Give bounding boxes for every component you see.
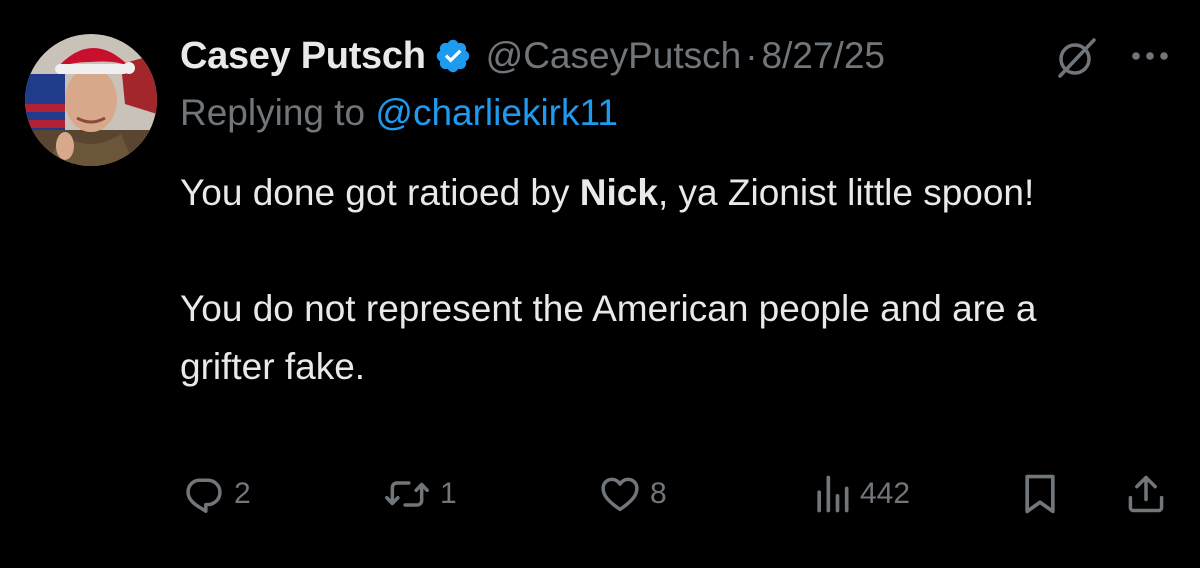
replying-to-mention[interactable]: @charliekirk11 bbox=[375, 92, 618, 133]
tweet-header: Casey Putsch @CaseyPutsch · 8/27/25 bbox=[180, 28, 885, 84]
verified-badge-icon bbox=[434, 37, 472, 75]
tweet-actions: 2 1 8 442 bbox=[0, 468, 1200, 520]
dot-separator: · bbox=[745, 35, 758, 76]
retweet-count: 1 bbox=[440, 477, 457, 510]
retweet-icon bbox=[385, 481, 429, 507]
author-handle[interactable]: @CaseyPutsch bbox=[486, 35, 742, 77]
tweet-paragraph-1: You done got ratioed by Nick, ya Zionist… bbox=[180, 164, 1140, 222]
tweet-text-part: You done got ratioed by bbox=[180, 172, 580, 213]
tweet-date[interactable]: 8/27/25 bbox=[762, 35, 885, 77]
grok-icon[interactable] bbox=[1054, 36, 1098, 80]
view-count: 442 bbox=[860, 477, 911, 510]
share-button[interactable] bbox=[1124, 468, 1168, 520]
tweet-text-part: , ya Zionist little spoon! bbox=[657, 172, 1035, 213]
share-icon bbox=[1128, 475, 1164, 513]
display-name[interactable]: Casey Putsch bbox=[180, 35, 426, 78]
retweet-button[interactable]: 1 bbox=[382, 468, 457, 520]
avatar[interactable] bbox=[25, 34, 157, 166]
more-icon[interactable] bbox=[1126, 36, 1174, 76]
reply-count: 2 bbox=[234, 477, 251, 510]
reply-icon bbox=[186, 478, 222, 513]
replying-to-label: Replying to bbox=[180, 92, 366, 133]
tweet-text-bold: Nick bbox=[579, 172, 658, 213]
bookmark-icon bbox=[1025, 474, 1055, 514]
reply-button[interactable]: 2 bbox=[182, 468, 251, 520]
views-chart-icon bbox=[817, 475, 849, 513]
tweet-paragraph-2: You do not represent the American people… bbox=[180, 288, 1037, 387]
views-button[interactable]: 442 bbox=[812, 468, 910, 520]
tweet: Casey Putsch @CaseyPutsch · 8/27/25 Repl… bbox=[0, 0, 1200, 568]
tweet-text: You done got ratioed by Nick, ya Zionist… bbox=[180, 164, 1140, 396]
like-count: 8 bbox=[650, 477, 667, 510]
like-button[interactable]: 8 bbox=[598, 468, 667, 520]
heart-icon bbox=[601, 477, 639, 512]
bookmark-button[interactable] bbox=[1020, 468, 1060, 520]
replying-to: Replying to @charliekirk11 bbox=[180, 92, 618, 134]
avatar-image bbox=[25, 34, 157, 166]
